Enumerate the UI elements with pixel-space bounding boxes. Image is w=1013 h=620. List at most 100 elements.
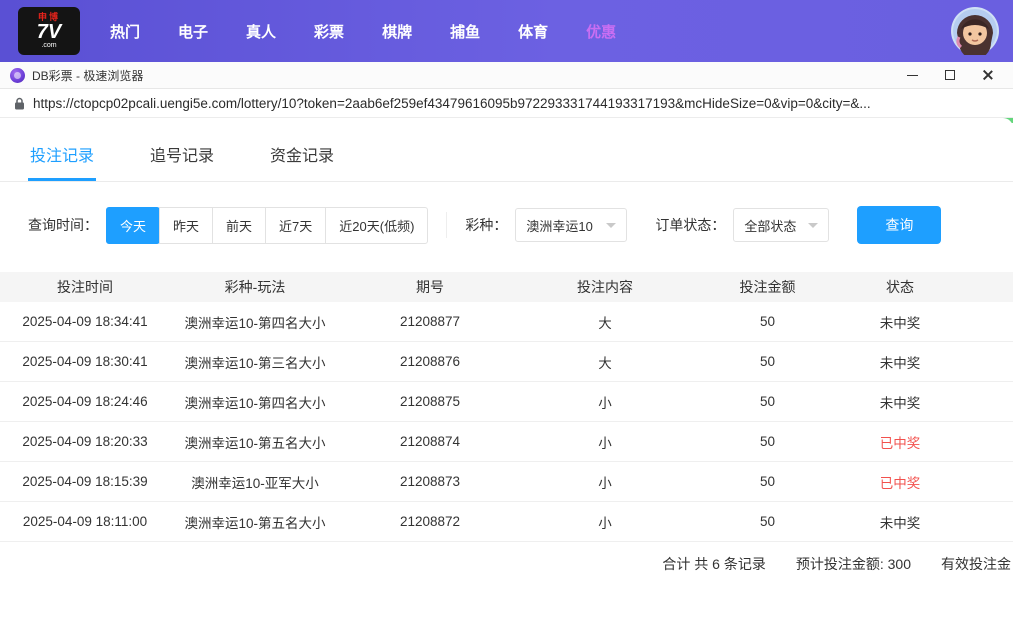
time-filter-label: 查询时间： [28, 215, 98, 235]
cell-issue: 21208876 [340, 354, 520, 369]
cell-bet-amount: 50 [690, 514, 845, 529]
cell-game-play: 澳洲幸运10-第五名大小 [170, 512, 340, 532]
chevron-down-icon [808, 223, 818, 228]
column-header: 状态 [845, 277, 955, 297]
cell-bet-time: 2025-04-09 18:11:00 [0, 514, 170, 529]
cell-bet-content: 大 [520, 352, 690, 372]
nav-item-lottery[interactable]: 彩票 [314, 21, 344, 42]
browser-titlebar: DB彩票 - 极速浏览器 [0, 62, 1013, 89]
cell-bet-time: 2025-04-09 18:34:41 [0, 314, 170, 329]
nav-item-promo[interactable]: 优惠 [586, 21, 616, 42]
column-header: 投注时间 [0, 277, 170, 297]
status-select[interactable]: 全部状态 [733, 208, 829, 242]
cell-status: 已中奖 [845, 432, 955, 452]
time-option-daybefore[interactable]: 前天 [212, 207, 266, 244]
page-content: 投注记录 追号记录 资金记录 查询时间： 今天 昨天 前天 近7天 近20天(低… [0, 118, 1013, 620]
cell-issue: 21208874 [340, 434, 520, 449]
lottery-select-value: 澳洲幸运10 [526, 216, 592, 235]
cell-issue: 21208873 [340, 474, 520, 489]
status-filter-label: 订单状态： [655, 215, 725, 235]
cell-bet-content: 大 [520, 312, 690, 332]
site-nav-items: 热门 电子 真人 彩票 棋牌 捕鱼 体育 优惠 [110, 21, 616, 42]
nav-item-cards[interactable]: 棋牌 [382, 21, 412, 42]
lock-icon [14, 97, 25, 110]
tab-fund-records[interactable]: 资金记录 [268, 132, 336, 181]
window-controls [897, 64, 1003, 86]
nav-item-slots[interactable]: 电子 [178, 21, 208, 42]
bet-records-table: 投注时间彩种-玩法期号投注内容投注金额状态 2025-04-09 18:34:4… [0, 272, 1013, 586]
cell-game-play: 澳洲幸运10-第四名大小 [170, 312, 340, 332]
time-option-yesterday[interactable]: 昨天 [159, 207, 213, 244]
lottery-select[interactable]: 澳洲幸运10 [515, 208, 627, 242]
filter-divider [446, 212, 447, 238]
minimize-icon [907, 75, 918, 76]
query-button[interactable]: 查询 [857, 206, 941, 244]
cell-game-play: 澳洲幸运10-第五名大小 [170, 432, 340, 452]
maximize-button[interactable] [935, 64, 965, 86]
cell-bet-amount: 50 [690, 434, 845, 449]
cell-bet-content: 小 [520, 512, 690, 532]
cell-game-play: 澳洲幸运10-第三名大小 [170, 352, 340, 372]
table-header: 投注时间彩种-玩法期号投注内容投注金额状态 [0, 272, 1013, 302]
cell-bet-content: 小 [520, 472, 690, 492]
cell-status: 未中奖 [845, 392, 955, 412]
tab-bet-records[interactable]: 投注记录 [28, 132, 96, 181]
nav-item-live[interactable]: 真人 [246, 21, 276, 42]
records-card: 投注记录 追号记录 资金记录 查询时间： 今天 昨天 前天 近7天 近20天(低… [0, 118, 1013, 586]
column-header: 期号 [340, 277, 520, 297]
cell-bet-amount: 50 [690, 394, 845, 409]
time-filter-group: 今天 昨天 前天 近7天 近20天(低频) [106, 207, 428, 244]
time-option-7days[interactable]: 近7天 [265, 207, 326, 244]
table-row: 2025-04-09 18:20:33澳洲幸运10-第五名大小21208874小… [0, 422, 1013, 462]
cell-bet-time: 2025-04-09 18:20:33 [0, 434, 170, 449]
table-row: 2025-04-09 18:11:00澳洲幸运10-第五名大小21208872小… [0, 502, 1013, 542]
table-row: 2025-04-09 18:30:41澳洲幸运10-第三名大小21208876大… [0, 342, 1013, 382]
cell-status: 已中奖 [845, 472, 955, 492]
browser-favicon [10, 68, 25, 83]
column-header: 彩种-玩法 [170, 277, 340, 297]
cell-game-play: 澳洲幸运10-第四名大小 [170, 392, 340, 412]
lottery-filter-label: 彩种： [465, 215, 507, 235]
cell-bet-time: 2025-04-09 18:15:39 [0, 474, 170, 489]
site-navbar: 申博 7V .com 热门 电子 真人 彩票 棋牌 捕鱼 体育 优惠 [0, 0, 1013, 62]
logo-text-7v: 7V [37, 22, 61, 42]
time-option-20days[interactable]: 近20天(低频) [325, 207, 428, 244]
cell-bet-amount: 50 [690, 354, 845, 369]
close-icon [982, 69, 994, 81]
footer-total: 合计 共 6 条记录 [662, 554, 765, 574]
cell-bet-time: 2025-04-09 18:30:41 [0, 354, 170, 369]
logo-text-com: .com [41, 42, 56, 49]
column-header: 投注内容 [520, 277, 690, 297]
site-logo[interactable]: 申博 7V .com [18, 7, 80, 55]
cell-issue: 21208872 [340, 514, 520, 529]
cell-game-play: 澳洲幸运10-亚军大小 [170, 472, 340, 492]
table-row: 2025-04-09 18:24:46澳洲幸运10-第四名大小21208875小… [0, 382, 1013, 422]
cell-bet-amount: 50 [690, 474, 845, 489]
cell-bet-content: 小 [520, 432, 690, 452]
footer-expected-amount: 预计投注金额: 300 [796, 554, 911, 574]
minimize-button[interactable] [897, 64, 927, 86]
chevron-down-icon [606, 223, 616, 228]
time-option-today[interactable]: 今天 [106, 207, 160, 244]
browser-addressbar[interactable]: https://ctopcp02pcali.uengi5e.com/lotter… [0, 89, 1013, 118]
table-row: 2025-04-09 18:34:41澳洲幸运10-第四名大小21208877大… [0, 302, 1013, 342]
column-header: 投注金额 [690, 277, 845, 297]
tab-chase-records[interactable]: 追号记录 [148, 132, 216, 181]
footer-valid-amount: 有效投注金 [941, 554, 1011, 574]
url-text: https://ctopcp02pcali.uengi5e.com/lotter… [33, 96, 871, 111]
cell-issue: 21208877 [340, 314, 520, 329]
window-title: DB彩票 - 极速浏览器 [32, 67, 143, 84]
nav-item-fishing[interactable]: 捕鱼 [450, 21, 480, 42]
nav-item-sports[interactable]: 体育 [518, 21, 548, 42]
nav-item-hot[interactable]: 热门 [110, 21, 140, 42]
record-tabs: 投注记录 追号记录 资金记录 [0, 132, 1013, 182]
table-row: 2025-04-09 18:15:39澳洲幸运10-亚军大小21208873小5… [0, 462, 1013, 502]
table-footer: 合计 共 6 条记录 预计投注金额: 300 有效投注金 [0, 542, 1013, 586]
table-body: 2025-04-09 18:34:41澳洲幸运10-第四名大小21208877大… [0, 302, 1013, 542]
close-button[interactable] [973, 64, 1003, 86]
cell-status: 未中奖 [845, 352, 955, 372]
maximize-icon [945, 70, 955, 80]
cell-bet-amount: 50 [690, 314, 845, 329]
avatar[interactable] [951, 7, 999, 55]
status-select-value: 全部状态 [744, 216, 796, 235]
